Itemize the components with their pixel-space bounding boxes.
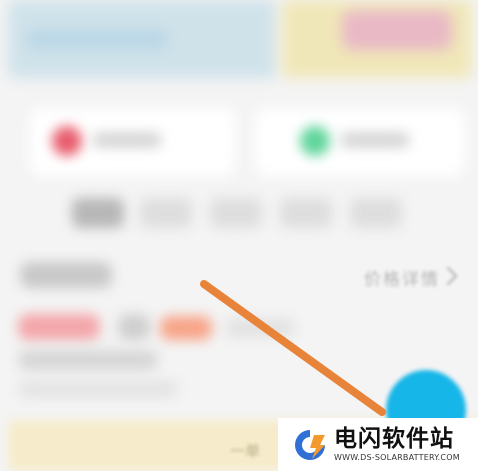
watermark-title: 电闪软件站: [334, 425, 454, 452]
ds-logo-icon: [295, 429, 325, 460]
watermark-url: WWW.DS-SOLARBATTERY.COM: [334, 452, 460, 462]
app-screen: 价格详情 一单 电闪软件站 WWW.DS-SOLARBATTERY.COM: [0, 0, 478, 471]
arrow-annotation: [200, 280, 386, 416]
watermark: 电闪软件站 WWW.DS-SOLARBATTERY.COM: [278, 418, 478, 471]
